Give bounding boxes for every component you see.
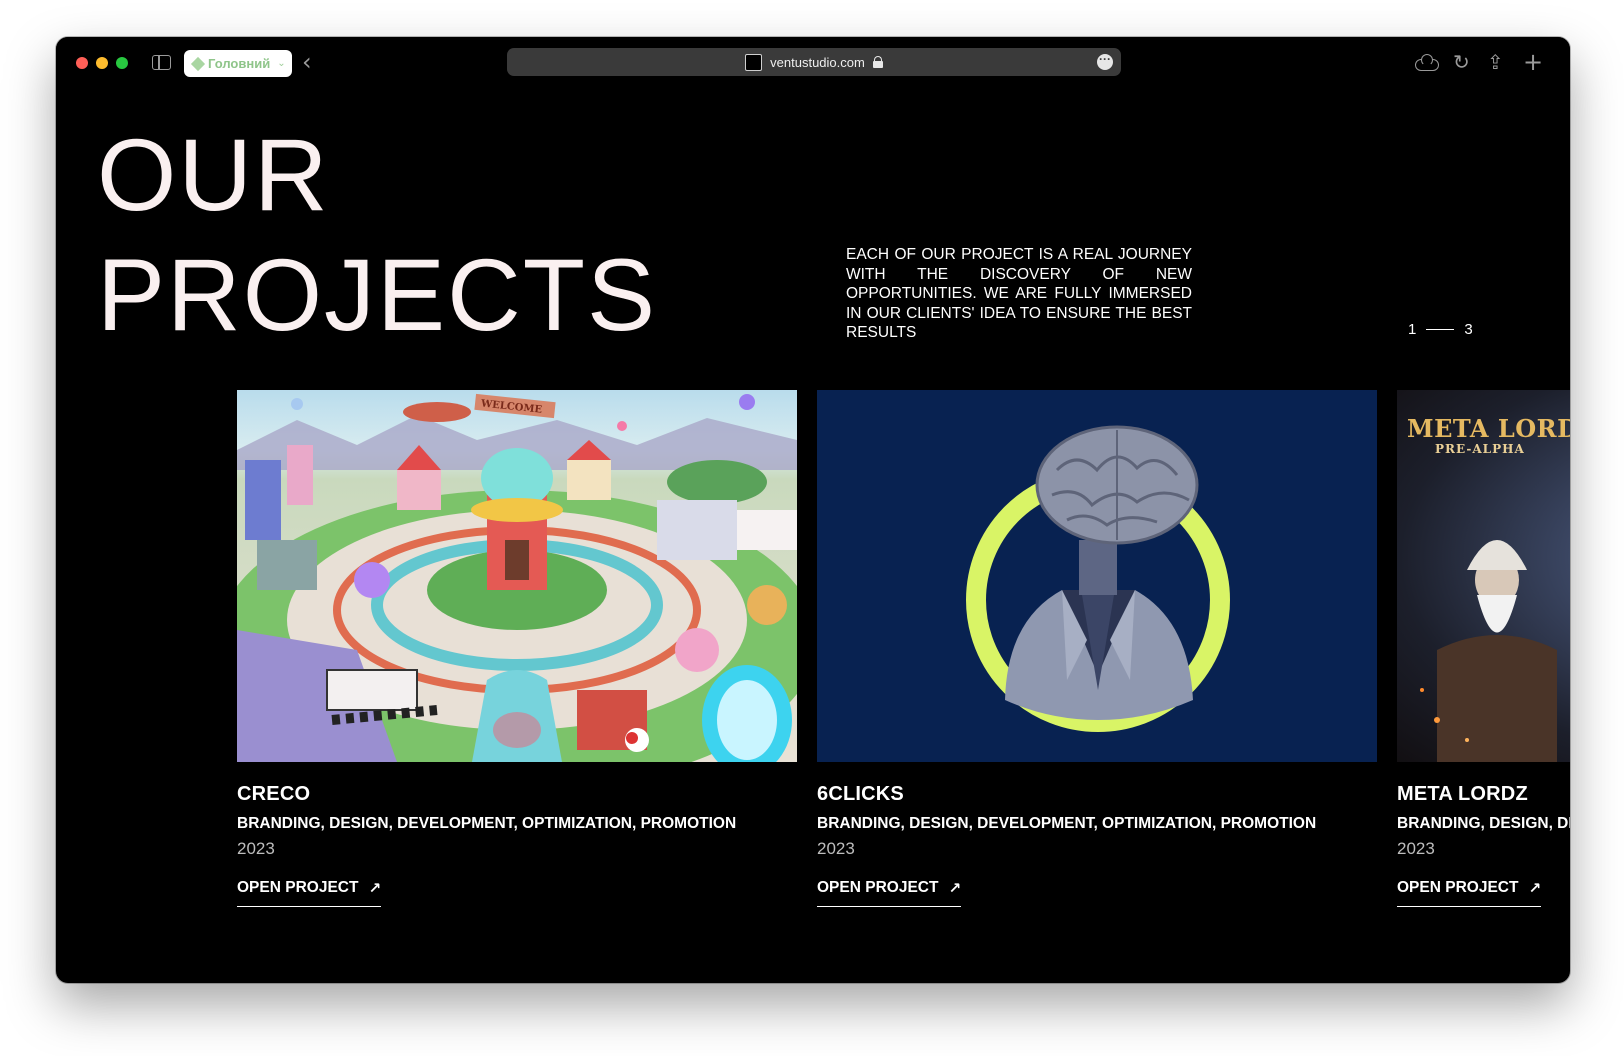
project-tags: BRANDING, DESIGN, DEVELOPMENT, OPTIMIZAT… (1397, 815, 1570, 832)
reload-icon[interactable]: ↻ (1453, 51, 1470, 73)
amusement-city-illustration: WELCOME (237, 393, 797, 762)
page-title-line-1: OUR (97, 118, 330, 232)
open-project-link[interactable]: OPEN PROJECT ↗ (237, 879, 382, 907)
lock-icon (872, 56, 883, 68)
open-project-link[interactable]: OPEN PROJECT ↗ (817, 879, 962, 907)
project-year: 2023 (817, 839, 855, 858)
browser-toolbar: Головний ⌄ ‹ ventustudio.com ··· ↻ ⇪ + (56, 37, 1570, 89)
project-card-creco[interactable]: WELCOME CRECO BRANDING, DESIGN, DEVELOPM… (237, 390, 797, 907)
project-image-6clicks[interactable] (817, 390, 1377, 762)
browser-window: Головний ⌄ ‹ ventustudio.com ··· ↻ ⇪ + O… (56, 37, 1570, 983)
profile-button[interactable]: Головний ⌄ (184, 50, 292, 77)
arrow-up-right-icon: ↗ (368, 879, 382, 897)
more-icon[interactable]: ··· (1097, 53, 1113, 70)
share-icon[interactable]: ⇪ (1487, 51, 1504, 73)
project-image-creco[interactable]: WELCOME (237, 390, 797, 762)
pager-total: 3 (1464, 321, 1473, 338)
project-tags: BRANDING, DESIGN, DEVELOPMENT, OPTIMIZAT… (237, 815, 737, 832)
sidebar-icon[interactable] (152, 55, 171, 70)
address-bar[interactable]: ventustudio.com ··· (507, 48, 1121, 76)
arrow-up-right-icon: ↗ (948, 879, 962, 897)
profile-icon (190, 56, 206, 71)
open-project-link[interactable]: OPEN PROJECT ↗ (1397, 879, 1542, 907)
close-window-button[interactable] (76, 57, 88, 69)
page-title: OUR PROJECTS (97, 115, 657, 355)
project-title: CRECO (237, 783, 311, 805)
maximize-window-button[interactable] (116, 57, 128, 69)
minimize-window-button[interactable] (96, 57, 108, 69)
open-project-label: OPEN PROJECT (237, 879, 359, 896)
pager-divider (1426, 329, 1455, 330)
open-project-label: OPEN PROJECT (817, 879, 939, 896)
project-year: 2023 (1397, 839, 1435, 858)
page-title-line-2: PROJECTS (97, 238, 658, 352)
project-card-meta-lordz[interactable]: META LORDZ PRE-ALPHA META LORDZ BRANDING… (1397, 390, 1570, 907)
favicon-icon (745, 53, 763, 71)
project-year: 2023 (237, 839, 275, 858)
project-image-meta-lordz[interactable]: META LORDZ PRE-ALPHA (1397, 390, 1570, 762)
project-title: META LORDZ (1397, 783, 1528, 805)
url-text: ventustudio.com (770, 54, 865, 70)
arrow-up-right-icon: ↗ (1528, 879, 1542, 897)
project-title: 6CLICKS (817, 783, 904, 805)
slider-pager: 1 3 (1408, 321, 1473, 338)
back-icon[interactable]: ‹ (302, 50, 312, 74)
intro-description: EACH OF OUR PROJECT IS A REAL JOURNEY WI… (846, 246, 1192, 341)
pager-current: 1 (1408, 321, 1417, 338)
new-tab-icon[interactable]: + (1523, 50, 1543, 74)
profile-label: Головний (208, 56, 271, 71)
chevron-down-icon: ⌄ (277, 58, 286, 69)
brain-head-illustration (966, 425, 1230, 732)
project-tags: BRANDING, DESIGN, DEVELOPMENT, OPTIMIZAT… (817, 815, 1317, 832)
wizard-illustration (1420, 540, 1557, 762)
project-card-6clicks[interactable]: 6CLICKS BRANDING, DESIGN, DEVELOPMENT, O… (817, 390, 1377, 907)
open-project-label: OPEN PROJECT (1397, 879, 1519, 896)
cloud-icon[interactable] (1415, 54, 1439, 71)
